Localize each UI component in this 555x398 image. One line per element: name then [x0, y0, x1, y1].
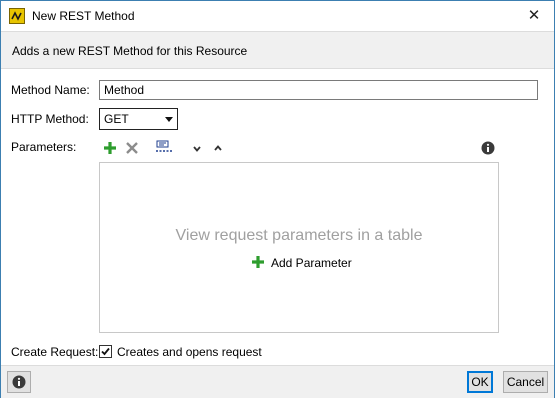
add-parameter-label[interactable]: Add Parameter	[271, 256, 352, 270]
method-name-label: Method Name:	[11, 83, 90, 97]
method-name-input[interactable]	[99, 80, 538, 100]
delete-icon[interactable]	[125, 141, 139, 155]
rest-method-icon	[9, 8, 25, 24]
info-icon[interactable]	[481, 141, 495, 155]
close-button[interactable]: ✕	[521, 5, 547, 27]
empty-table-message: View request parameters in a table	[175, 227, 423, 244]
close-icon[interactable]: ✕	[528, 7, 541, 24]
move-down-icon[interactable]	[191, 143, 203, 153]
window-title: New REST Method	[32, 9, 135, 23]
parameters-label: Parameters:	[11, 140, 77, 154]
dialog-description: Adds a new REST Method for this Resource	[12, 44, 248, 58]
checkmark-icon	[101, 347, 110, 356]
dialog-footer: OK Cancel	[1, 365, 554, 398]
uri-parameter-icon[interactable]	[155, 140, 173, 155]
add-icon[interactable]	[103, 141, 117, 155]
dialog-window: New REST Method ✕ Adds a new REST Method…	[0, 0, 555, 398]
cancel-button[interactable]: Cancel	[503, 371, 548, 393]
create-request-checkbox[interactable]	[99, 345, 112, 358]
info-icon	[12, 375, 26, 389]
http-method-value: GET	[104, 112, 129, 126]
http-method-label: HTTP Method:	[11, 112, 89, 126]
help-button[interactable]	[7, 371, 31, 393]
move-up-icon[interactable]	[212, 142, 224, 152]
description-band: Adds a new REST Method for this Resource	[1, 31, 554, 69]
chevron-down-icon	[165, 117, 173, 122]
create-request-label: Create Request:	[11, 345, 99, 359]
add-icon[interactable]	[251, 255, 265, 269]
ok-button[interactable]: OK	[467, 371, 493, 393]
title-bar: New REST Method ✕	[1, 1, 554, 31]
http-method-select[interactable]: GET	[99, 108, 178, 130]
parameters-table[interactable]: View request parameters in a table Add P…	[99, 162, 499, 333]
create-request-text[interactable]: Creates and opens request	[117, 345, 262, 359]
